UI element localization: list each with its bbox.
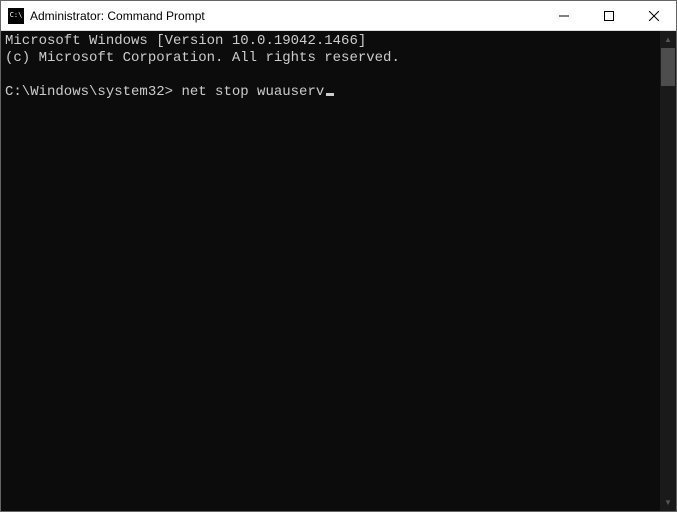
version-line: Microsoft Windows [Version 10.0.19042.14… [5, 33, 366, 49]
scroll-down-arrow[interactable]: ▼ [660, 494, 676, 511]
titlebar[interactable]: Administrator: Command Prompt [1, 1, 676, 31]
maximize-button[interactable] [586, 1, 631, 30]
window-title: Administrator: Command Prompt [30, 9, 541, 23]
scroll-thumb[interactable] [661, 48, 675, 86]
minimize-button[interactable] [541, 1, 586, 30]
command-prompt-window: Administrator: Command Prompt Microsoft … [0, 0, 677, 512]
maximize-icon [604, 11, 614, 21]
cursor [326, 93, 334, 96]
vertical-scrollbar[interactable]: ▲ ▼ [660, 31, 676, 511]
copyright-line: (c) Microsoft Corporation. All rights re… [5, 50, 400, 66]
window-controls [541, 1, 676, 30]
terminal-output[interactable]: Microsoft Windows [Version 10.0.19042.14… [1, 31, 660, 511]
prompt-text: C:\Windows\system32> [5, 84, 173, 100]
scroll-up-arrow[interactable]: ▲ [660, 31, 676, 48]
minimize-icon [559, 11, 569, 21]
close-icon [649, 11, 659, 21]
client-area: Microsoft Windows [Version 10.0.19042.14… [1, 31, 676, 511]
command-text: net stop wuauserv [181, 84, 324, 100]
cmd-icon [8, 8, 24, 24]
close-button[interactable] [631, 1, 676, 30]
